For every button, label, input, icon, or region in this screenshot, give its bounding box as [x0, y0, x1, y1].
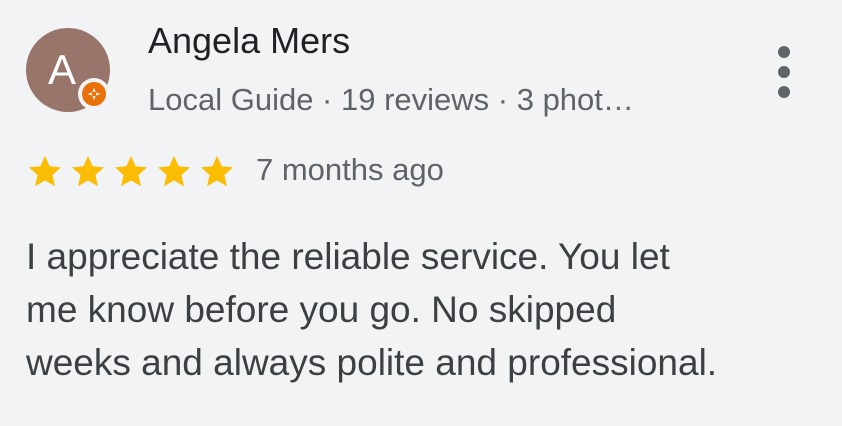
review-text-line: me know before you go. No skipped: [26, 289, 617, 330]
avatar-initial: A: [47, 46, 76, 93]
review-text-line: I appreciate the reliable service. You l…: [26, 236, 670, 277]
reviewer-meta[interactable]: Local Guide · 19 reviews · 3 phot…: [148, 82, 718, 118]
review-text: I appreciate the reliable service. You l…: [26, 230, 826, 389]
review-age: 7 months ago: [256, 152, 444, 187]
star-icon: [115, 155, 147, 187]
review-text-line: weeks and always polite and professional…: [26, 342, 718, 383]
star-icon: [29, 155, 61, 187]
reviewer-name[interactable]: Angela Mers: [148, 20, 350, 62]
star-icon: [72, 155, 104, 187]
review-card: A Angela Mers Local Guide · 19 reviews ·…: [0, 0, 842, 426]
star-icon: [158, 155, 190, 187]
local-guide-badge-icon: [78, 78, 110, 110]
star-icon: [201, 155, 233, 187]
more-options-button[interactable]: [764, 42, 804, 102]
